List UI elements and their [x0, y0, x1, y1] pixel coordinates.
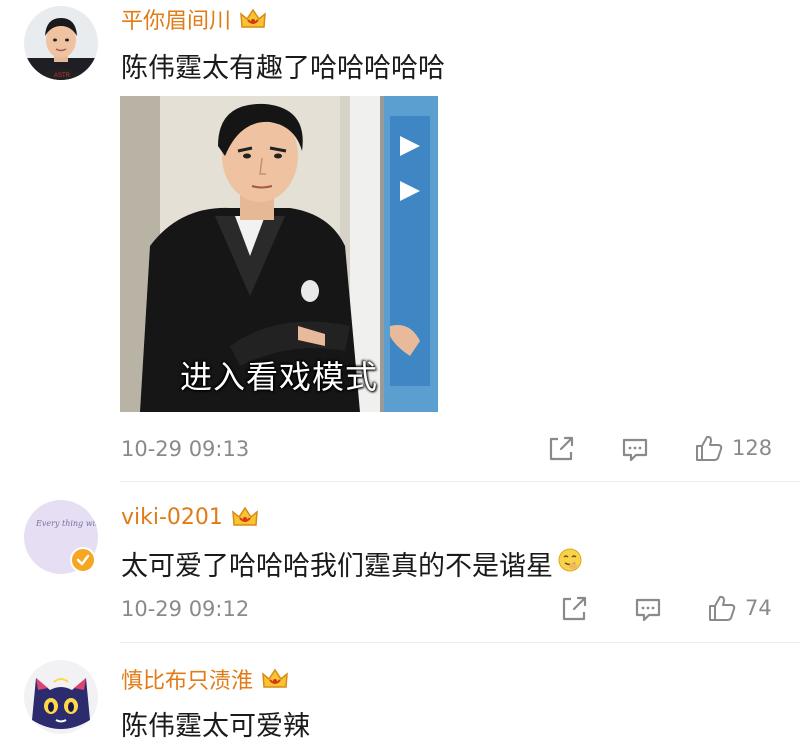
comment-text: 陈伟霆太可爱辣 [121, 710, 310, 742]
divider [120, 481, 800, 482]
divider [120, 642, 800, 643]
comment-icon [635, 598, 661, 622]
comment-button[interactable] [621, 436, 649, 464]
emoji-icon [557, 547, 583, 580]
svg-text:Every thing will be okay: Every thing will be okay [35, 519, 98, 528]
crown-badge-icon [231, 505, 259, 529]
comment-icon [622, 438, 648, 462]
share-button[interactable] [547, 435, 575, 463]
share-button[interactable] [560, 595, 588, 623]
avatar[interactable] [24, 660, 98, 734]
comment-text: 陈伟霆太有趣了哈哈哈哈哈 [121, 52, 445, 84]
crown-badge-icon [261, 667, 289, 691]
timestamp: 10-29 09:12 [121, 597, 250, 621]
comment-button[interactable] [634, 596, 662, 624]
image-caption: 进入看戏模式 [179, 358, 378, 396]
comment-text: 太可爱了哈哈哈我们霆真的不是谐星 [121, 542, 583, 584]
like-count: 74 [745, 596, 772, 620]
verified-icon [70, 547, 96, 573]
svg-text:ASTR: ASTR [54, 73, 71, 79]
comment-image[interactable]: 进入看戏模式 [120, 96, 438, 412]
avatar[interactable]: ASTR [24, 6, 98, 80]
like-icon [709, 595, 736, 621]
username[interactable]: 慎比布只渍淮 [121, 664, 289, 694]
crown-badge-icon [239, 7, 267, 31]
username[interactable]: 平你眉间川 [121, 4, 267, 34]
username[interactable]: viki-0201 [121, 502, 259, 532]
like-button[interactable]: 128 [694, 433, 772, 463]
like-icon [696, 435, 723, 461]
timestamp: 10-29 09:13 [121, 437, 250, 461]
share-icon [562, 596, 587, 621]
share-icon [549, 436, 574, 461]
comment-meta: 10-29 09:12 74 [0, 590, 800, 630]
like-count: 128 [732, 436, 773, 460]
like-button[interactable]: 74 [707, 593, 772, 623]
comment-meta: 10-29 09:13 128 [0, 430, 800, 470]
